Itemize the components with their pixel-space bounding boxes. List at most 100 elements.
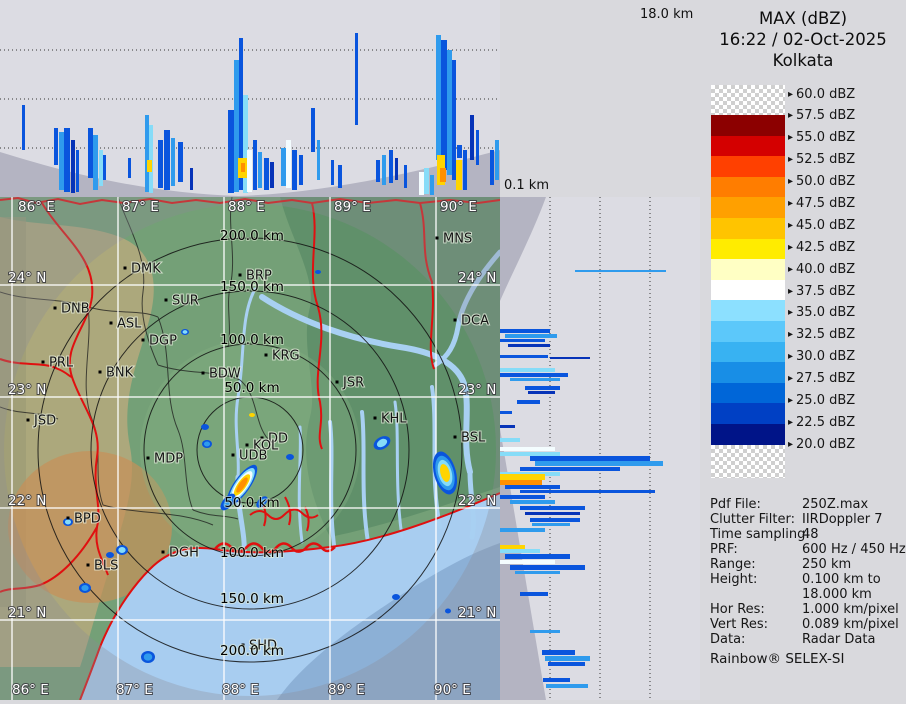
city-label-PRL: PRL — [49, 356, 74, 371]
lon-label-top: 90° E — [440, 199, 477, 215]
city-label-BPD: BPD — [74, 512, 101, 527]
dbz-swatch — [711, 135, 785, 157]
city-label-DMK: DMK — [131, 262, 161, 277]
dbz-scale-label: 50.0 dBZ — [788, 175, 855, 189]
city-dot-JSR — [335, 380, 339, 384]
echo-cell — [116, 545, 128, 555]
metadata-value: 0.089 km/pixel — [802, 617, 899, 632]
product-timestamp: 16:22 / 02-Oct-2025 — [719, 30, 887, 49]
right-height-profile-panel — [500, 197, 700, 700]
dbz-scale-label: 60.0 dBZ — [788, 88, 855, 102]
dbz-scale-label: 47.5 dBZ — [788, 197, 855, 211]
lon-label-bottom: 90° E — [434, 682, 471, 698]
lat-label-right: 23° N — [458, 382, 496, 398]
dbz-swatch — [711, 362, 785, 383]
lat-label-left: 22° N — [8, 493, 46, 509]
dbz-swatch — [711, 279, 785, 301]
city-dot-SUR — [164, 298, 168, 302]
city-label-DGP: DGP — [149, 334, 177, 349]
range-ring-label: 150.0 km — [220, 279, 284, 295]
dbz-swatch — [711, 259, 785, 280]
city-dot-PRL — [41, 360, 45, 364]
city-dot-JSD — [26, 418, 30, 422]
dbz-scale-label: 40.0 dBZ — [788, 263, 855, 277]
software-brand: Rainbow® SELEX-SI — [710, 651, 845, 667]
dbz-scale-label: 37.5 dBZ — [788, 285, 855, 299]
echo-cell — [445, 608, 451, 614]
echo-cell — [79, 583, 91, 593]
metadata-value: 250 km — [802, 557, 852, 572]
lon-label-bottom: 87° E — [116, 682, 153, 698]
echo-cell — [181, 329, 189, 335]
lon-label-bottom: 88° E — [222, 682, 259, 698]
dbz-scale-label: 25.0 dBZ — [788, 394, 855, 408]
city-dot-DMK — [123, 266, 127, 270]
right-profile-gridlines — [549, 197, 651, 700]
dbz-scale-label: 20.0 dBZ — [788, 438, 855, 452]
metadata-label: Data: — [710, 632, 746, 647]
dbz-scale-label: 27.5 dBZ — [788, 372, 855, 386]
city-dot-KOL — [245, 443, 249, 447]
city-label-UDB: UDB — [239, 449, 267, 464]
echo-cell — [249, 413, 255, 417]
metadata-value: 1.000 km/pixel — [802, 602, 899, 617]
top-height-profile-panel — [0, 0, 500, 197]
dbz-scale-label: 42.5 dBZ — [788, 241, 855, 255]
city-dot-MNS — [435, 236, 439, 240]
echo-cell — [315, 270, 321, 274]
range-ring-label: 100.0 km — [220, 545, 284, 561]
city-dot-DNB — [53, 306, 57, 310]
metadata-label: Pdf File: — [710, 497, 761, 512]
metadata-label: Clutter Filter: — [710, 512, 795, 527]
lat-label-left: 23° N — [8, 382, 46, 398]
height-axis-origin-label: 0.1 km — [504, 178, 549, 193]
lat-label-right: 24° N — [458, 270, 496, 286]
dbz-scale-label: 35.0 dBZ — [788, 306, 855, 320]
city-dot-BSL — [453, 435, 457, 439]
metadata-value: Radar Data — [802, 632, 876, 647]
metadata-label: Height: — [710, 572, 758, 587]
range-ring-label: 100.0 km — [220, 332, 284, 348]
lat-label-right: 21° N — [458, 605, 496, 621]
top-profile-plot — [0, 33, 500, 197]
top-profile-echo-bars — [22, 33, 499, 195]
dbz-swatch — [711, 156, 785, 177]
dbz-scale-label: 55.0 dBZ — [788, 131, 855, 145]
echo-cell — [201, 424, 209, 430]
city-dot-KHL — [373, 416, 377, 420]
dbz-scale-label: 57.5 dBZ — [788, 109, 855, 123]
lon-label-top: 86° E — [18, 199, 55, 215]
city-dot-UDB — [231, 453, 235, 457]
dbz-swatch — [711, 85, 785, 115]
dbz-swatch — [711, 238, 785, 260]
lon-label-top: 88° E — [228, 199, 265, 215]
metadata-value: 600 Hz / 450 Hz — [802, 542, 906, 557]
metadata-label: Time sampling: — [710, 527, 810, 542]
city-label-DCA: DCA — [461, 314, 489, 329]
dbz-swatch — [711, 341, 785, 363]
lon-label-top: 89° E — [334, 199, 371, 215]
city-label-BSL: BSL — [461, 431, 486, 446]
city-label-JSD: JSD — [33, 414, 56, 429]
city-dot-ASL — [109, 321, 113, 325]
dbz-swatch — [711, 321, 785, 342]
city-dot-DCA — [453, 318, 457, 322]
dbz-scale-label: 32.5 dBZ — [788, 328, 855, 342]
radar-map: DMKSURDNBASLDGPBRPMNSDCAKRGBDWJSRBNKPRLJ… — [0, 196, 503, 701]
metadata-value: 48 — [802, 527, 819, 542]
title-block: MAX (dBZ) 16:22 / 02-Oct-2025 Kolkata — [700, 8, 906, 71]
city-dot-BPD — [66, 516, 70, 520]
city-label-MDP: MDP — [154, 452, 183, 467]
dbz-swatch — [711, 444, 785, 478]
city-label-MNS: MNS — [443, 232, 472, 247]
dbz-swatch — [711, 382, 785, 404]
city-label-KRG: KRG — [272, 349, 300, 364]
below-beam-wedge-north — [500, 197, 546, 301]
lon-label-bottom: 86° E — [12, 682, 49, 698]
range-ring-label: 150.0 km — [220, 591, 284, 607]
metadata-value: IIRDoppler 7 — [802, 512, 883, 527]
city-dot-DGH — [161, 550, 165, 554]
legend-panel: MAX (dBZ) 16:22 / 02-Oct-2025 Kolkata Ra… — [700, 0, 906, 700]
echo-cell — [202, 440, 212, 448]
dbz-swatch — [711, 300, 785, 321]
